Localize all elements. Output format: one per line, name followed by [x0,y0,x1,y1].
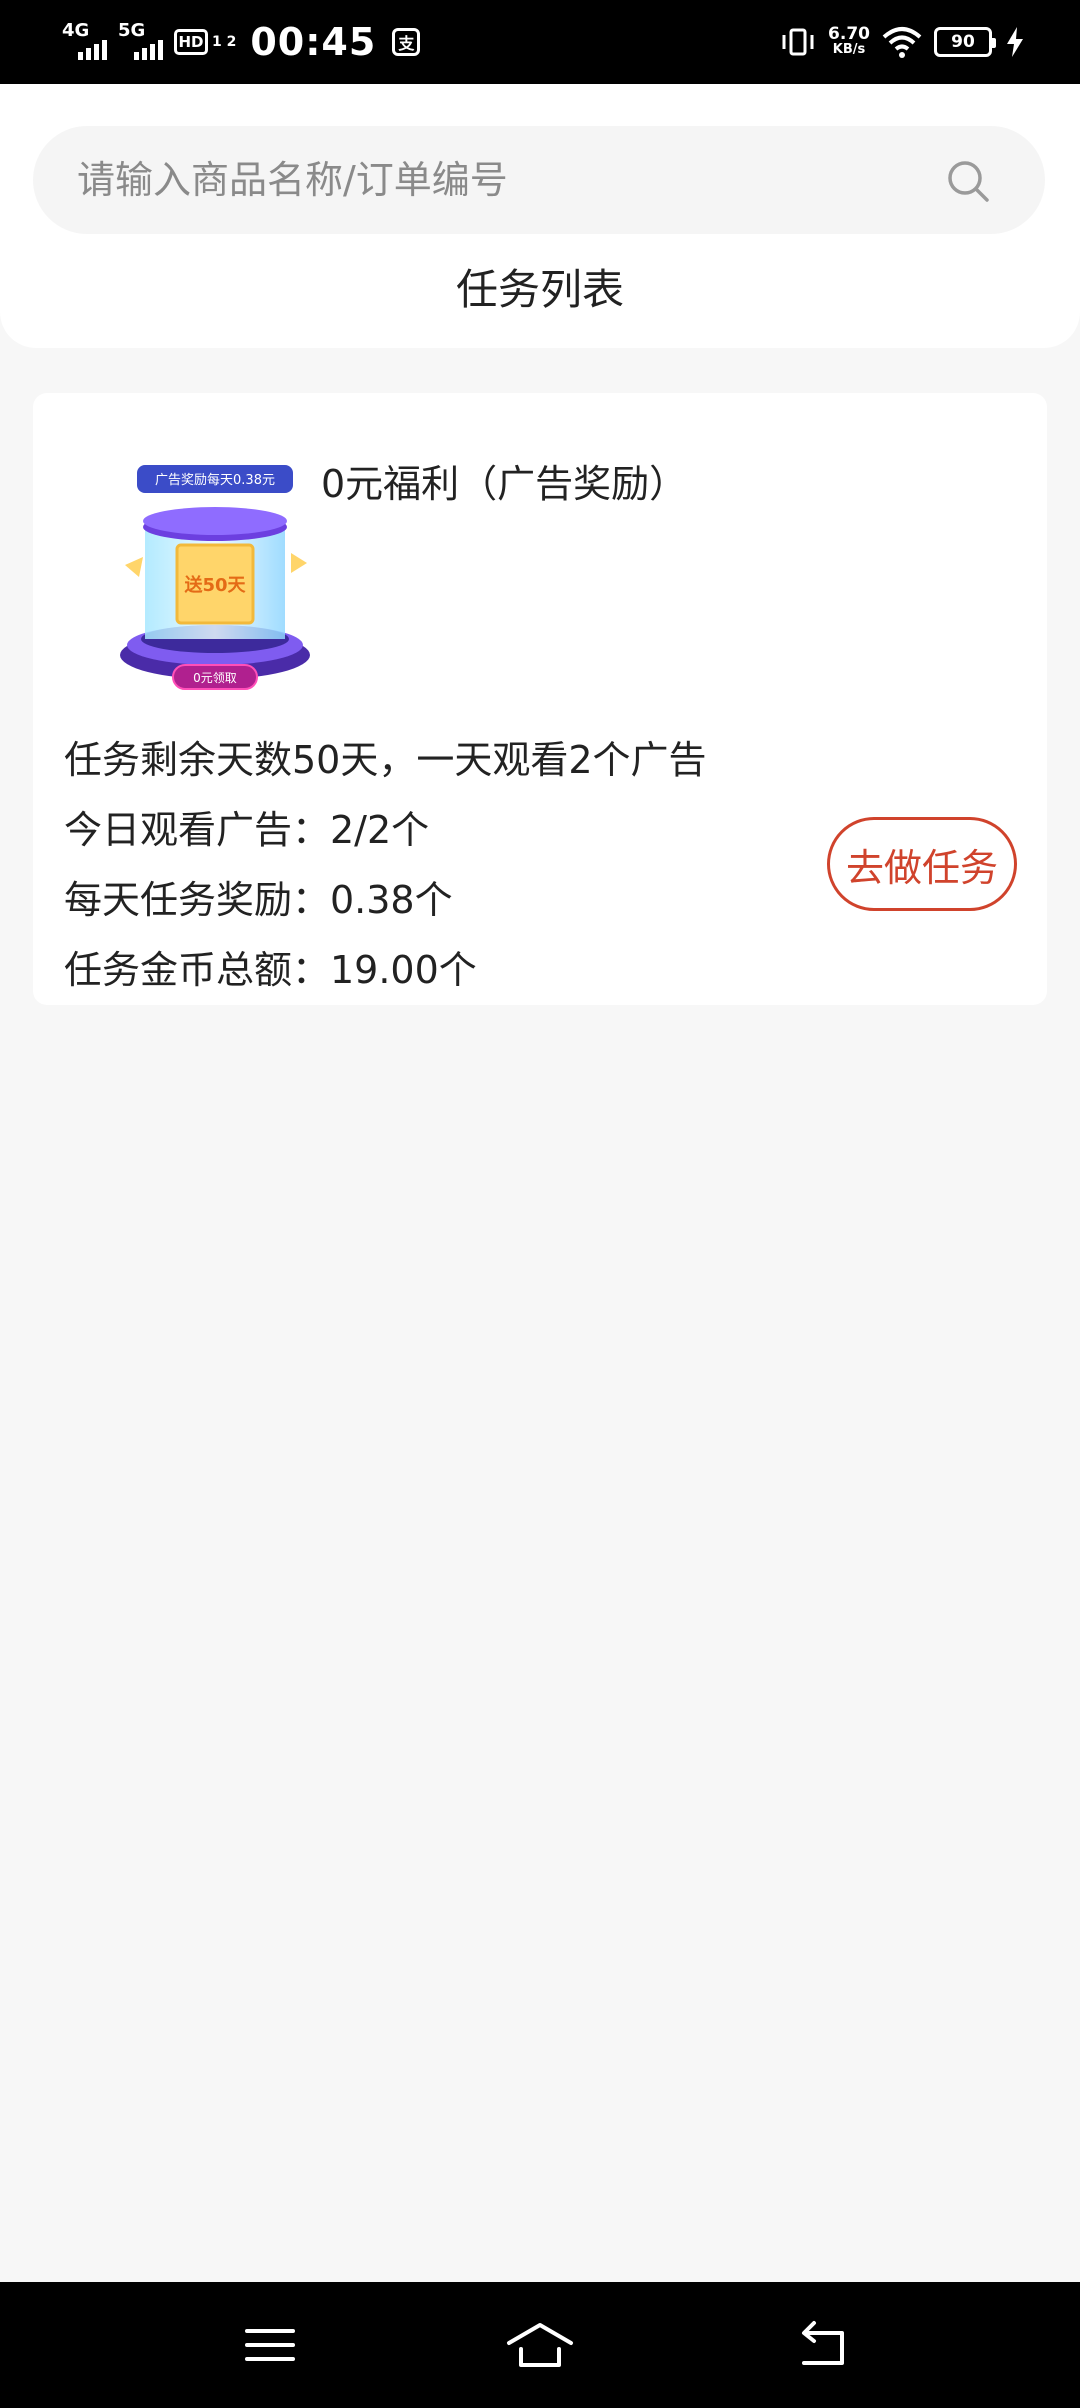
header: 任务列表 [0,84,1080,348]
search-input[interactable] [77,126,917,234]
hd-sub-label: 1 2 [212,34,237,50]
task-thumbnail: 广告奖励每天0.38元 送50天 0元领取 [120,465,310,690]
status-time: 00:45 [250,20,377,64]
alipay-notification-icon: 支 [392,28,421,56]
task-total-coins: 任务金币总额：19.00个 [64,948,477,992]
do-task-button[interactable]: 去做任务 [827,817,1017,911]
home-icon[interactable] [505,2315,575,2375]
task-card: 广告奖励每天0.38元 送50天 0元领取 0元福利（广告奖励） 任务剩余天数5… [33,393,1047,1005]
wifi-icon [882,27,922,58]
task-daily-reward: 每天任务奖励：0.38个 [64,878,453,922]
speed-unit: KB/s [832,42,866,57]
svg-text:送50天: 送50天 [183,574,246,596]
search-icon[interactable] [945,158,991,204]
task-remaining-days: 任务剩余天数50天，一天观看2个广告 [64,738,707,782]
status-bar: 4G 5G HD 1 2 00:45 支 6.70 KB/s 90 [0,0,1080,84]
network-type-label: 4G [62,20,90,41]
search-bar[interactable] [33,126,1045,234]
navigation-bar [0,2282,1080,2408]
vibrate-icon [782,28,814,56]
network-speed: 6.70 KB/s [828,26,870,58]
signal-4g-icon: 4G [62,22,110,62]
menu-icon[interactable] [235,2315,305,2375]
speed-value: 6.70 [828,24,870,44]
svg-text:0元领取: 0元领取 [193,671,237,685]
signal-5g-icon: 5G [118,22,166,62]
charging-icon [1007,27,1023,57]
hd-voice-icon: HD [174,29,208,55]
task-title: 0元福利（广告奖励） [321,462,688,506]
network-type-label: 5G [118,20,146,41]
tab-task-list[interactable]: 任务列表 [0,262,1080,318]
back-icon[interactable] [790,2315,860,2375]
svg-text:广告奖励每天0.38元: 广告奖励每天0.38元 [155,472,275,488]
task-today-ads: 今日观看广告：2/2个 [64,808,430,852]
battery-icon: 90 [934,27,996,57]
